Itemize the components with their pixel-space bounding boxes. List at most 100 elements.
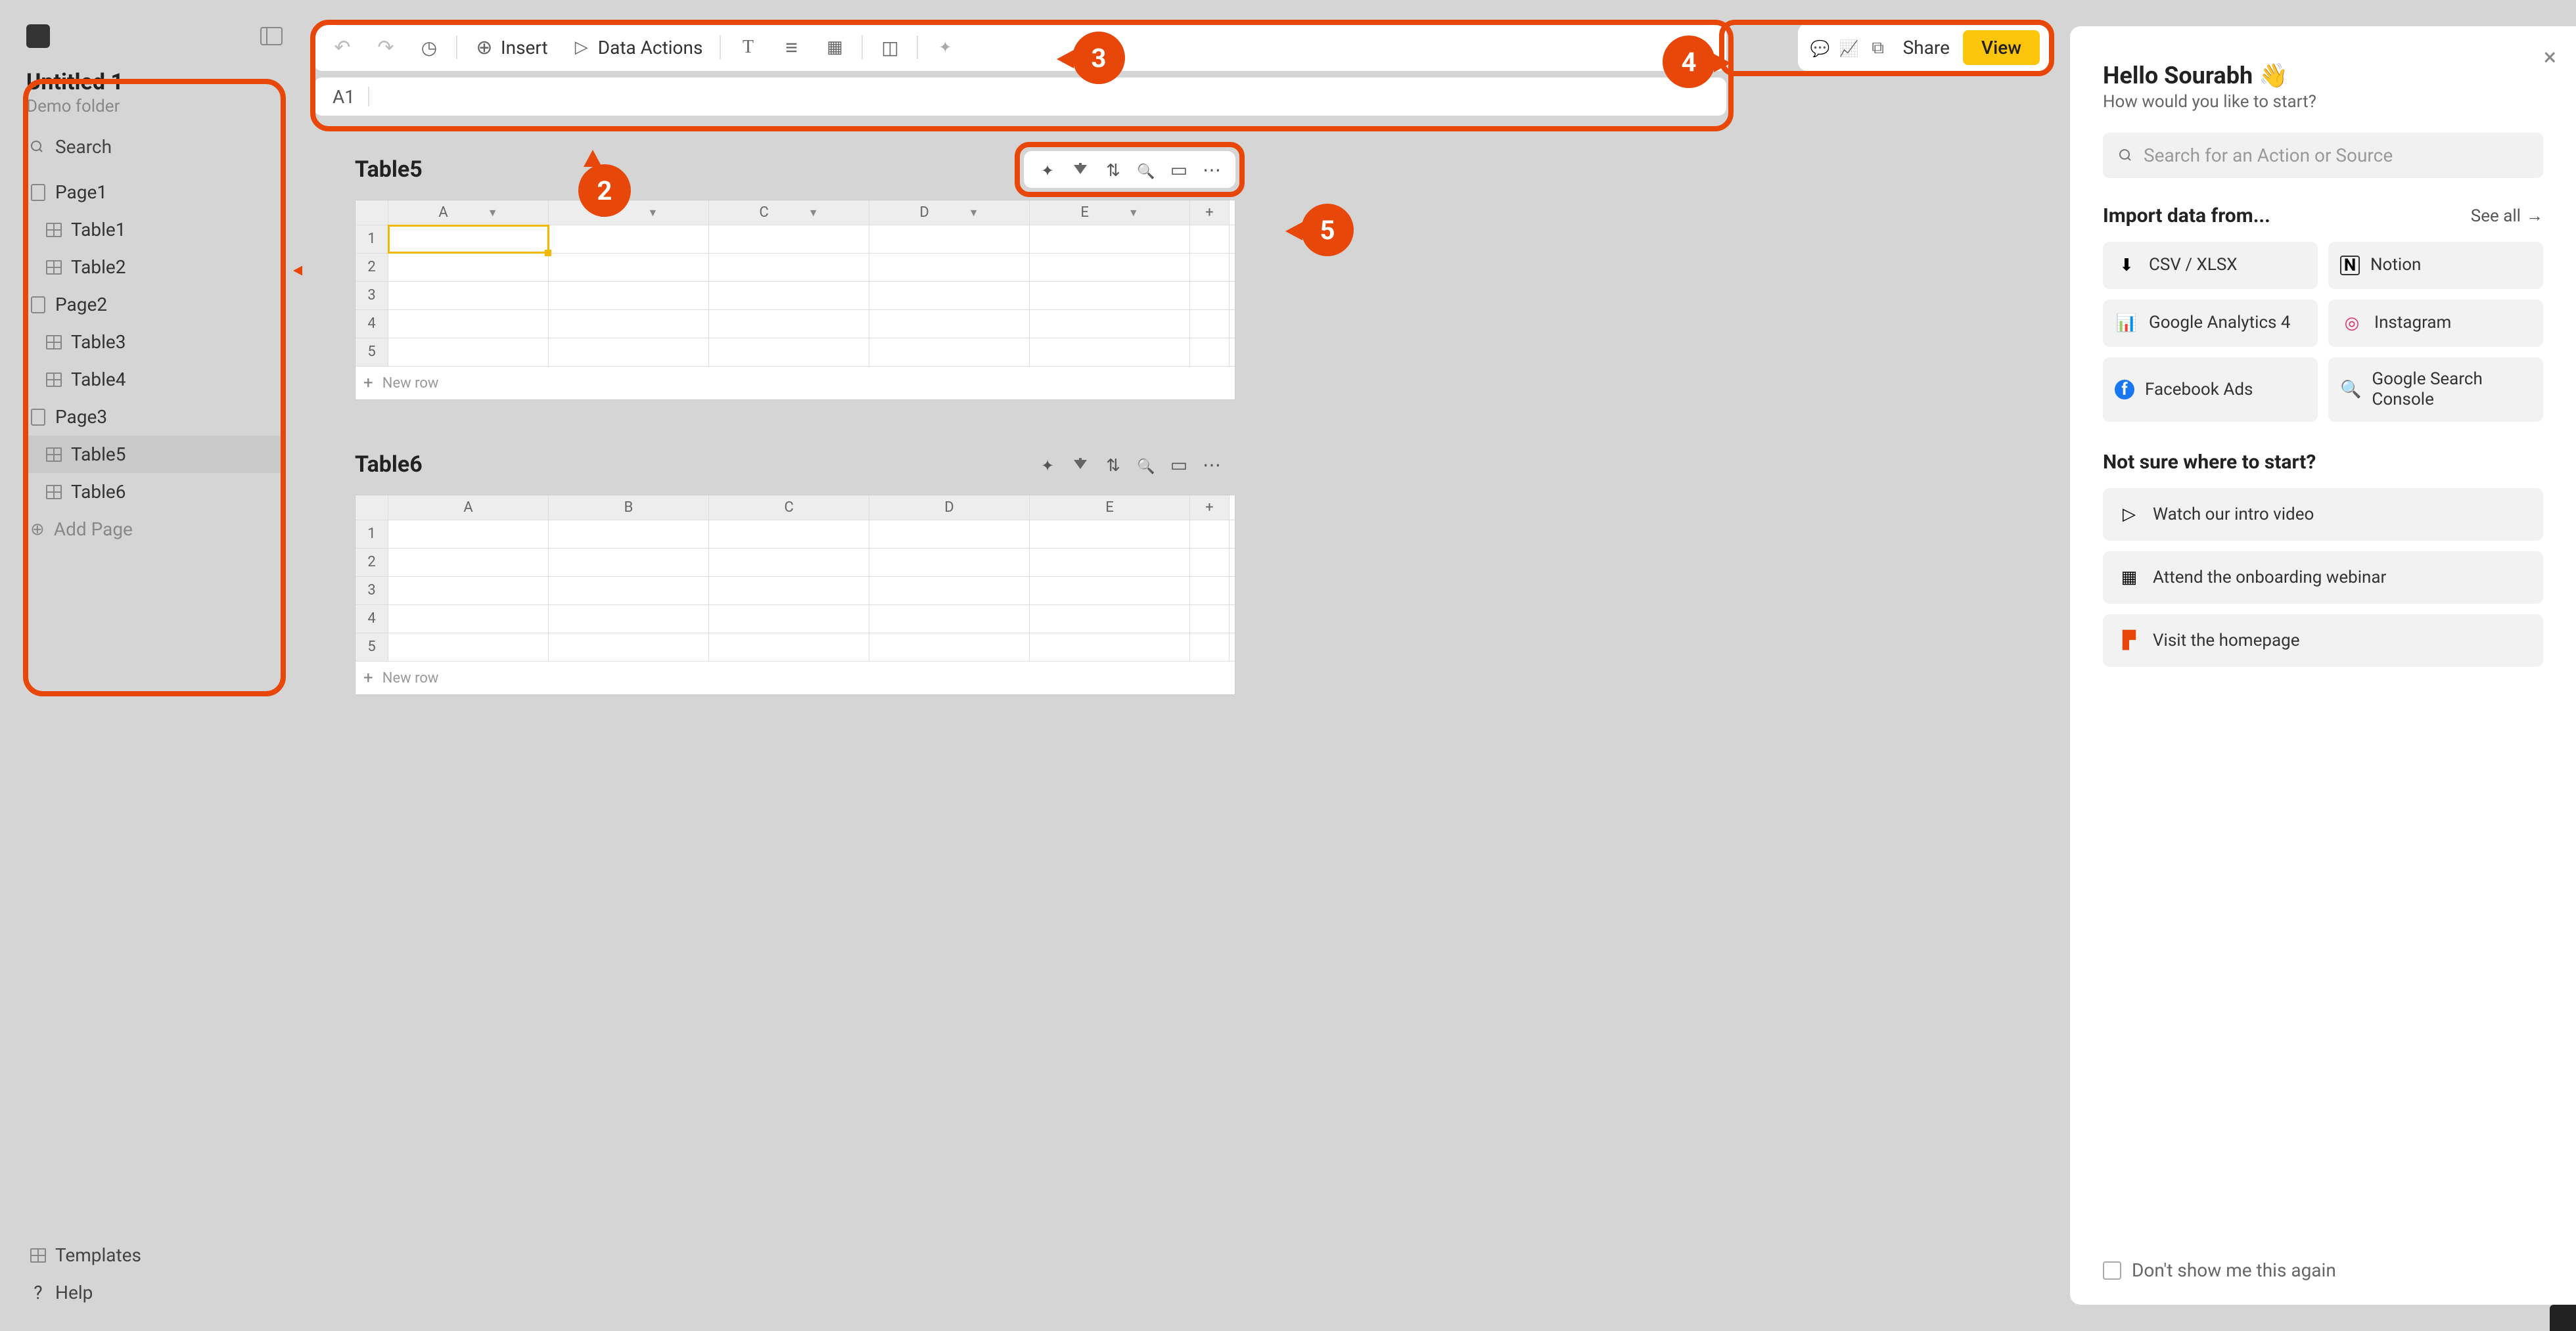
row-header[interactable]: 2: [356, 549, 388, 576]
cell[interactable]: [869, 520, 1030, 548]
cell[interactable]: [1030, 605, 1190, 633]
cell[interactable]: [1030, 310, 1190, 338]
cell[interactable]: [388, 254, 549, 281]
source-notion[interactable]: NNotion: [2328, 242, 2543, 289]
cell[interactable]: [388, 633, 549, 661]
add-column-button[interactable]: +: [1190, 200, 1230, 225]
select-all-corner[interactable]: [356, 200, 388, 225]
cell[interactable]: [388, 282, 549, 309]
table-title[interactable]: Table6: [355, 451, 423, 478]
cell[interactable]: [1190, 633, 1230, 661]
row-header[interactable]: 1: [356, 225, 388, 253]
column-header-c[interactable]: C: [709, 495, 869, 520]
resize-handle[interactable]: [2550, 1305, 2576, 1331]
row-header[interactable]: 4: [356, 310, 388, 338]
cell[interactable]: [388, 338, 549, 366]
sidebar-toggle-icon[interactable]: [260, 27, 283, 45]
cell[interactable]: [1030, 225, 1190, 253]
add-column-button[interactable]: +: [1190, 495, 1230, 520]
source-csv[interactable]: ⬇CSV / XLSX: [2103, 242, 2318, 289]
column-header-b[interactable]: B: [549, 495, 709, 520]
cell[interactable]: [709, 282, 869, 309]
cell[interactable]: [1190, 254, 1230, 281]
column-header-e[interactable]: E: [1030, 495, 1190, 520]
dont-show-checkbox[interactable]: Don't show me this again: [2103, 1259, 2336, 1281]
cell[interactable]: [869, 254, 1030, 281]
homepage-button[interactable]: ▛Visit the homepage: [2103, 614, 2543, 667]
column-header-e[interactable]: E▼: [1030, 200, 1190, 225]
source-instagram[interactable]: ◎Instagram: [2328, 300, 2543, 347]
cell[interactable]: [709, 633, 869, 661]
table-more-button[interactable]: [1201, 454, 1222, 475]
cell[interactable]: [549, 282, 709, 309]
select-all-corner[interactable]: [356, 495, 388, 520]
sort-button[interactable]: [1103, 454, 1124, 475]
cell[interactable]: [1190, 577, 1230, 604]
cell[interactable]: [709, 310, 869, 338]
cell[interactable]: [388, 605, 549, 633]
cell[interactable]: [549, 605, 709, 633]
cell[interactable]: [869, 338, 1030, 366]
cell[interactable]: [1030, 577, 1190, 604]
row-header[interactable]: 3: [356, 282, 388, 309]
table-search-button[interactable]: [1136, 454, 1157, 475]
cell[interactable]: [549, 338, 709, 366]
cell-a1[interactable]: [388, 225, 549, 253]
cell[interactable]: [869, 225, 1030, 253]
cell[interactable]: [388, 549, 549, 576]
source-facebook[interactable]: fFacebook Ads: [2103, 357, 2318, 422]
cell[interactable]: [388, 310, 549, 338]
cell[interactable]: [709, 338, 869, 366]
cell[interactable]: [869, 549, 1030, 576]
cell[interactable]: [549, 549, 709, 576]
cell[interactable]: [1030, 549, 1190, 576]
cell[interactable]: [869, 633, 1030, 661]
column-header-a[interactable]: A▼: [388, 200, 549, 225]
row-header[interactable]: 1: [356, 520, 388, 548]
cell[interactable]: [388, 520, 549, 548]
cell[interactable]: [549, 225, 709, 253]
table-title[interactable]: Table5: [355, 156, 423, 183]
cell[interactable]: [709, 254, 869, 281]
column-header-a[interactable]: A: [388, 495, 549, 520]
cell[interactable]: [1190, 520, 1230, 548]
column-header-d[interactable]: D: [869, 495, 1030, 520]
row-header[interactable]: 3: [356, 577, 388, 604]
cell[interactable]: [549, 577, 709, 604]
cell[interactable]: [869, 577, 1030, 604]
cell[interactable]: [1190, 225, 1230, 253]
templates-button[interactable]: Templates: [26, 1236, 283, 1274]
see-all-button[interactable]: See all→: [2471, 206, 2543, 226]
cell[interactable]: [709, 605, 869, 633]
filter-button[interactable]: [1070, 454, 1091, 475]
source-ga4[interactable]: 📊Google Analytics 4: [2103, 300, 2318, 347]
intro-video-button[interactable]: ▷Watch our intro video: [2103, 488, 2543, 541]
cell[interactable]: [549, 633, 709, 661]
cell[interactable]: [549, 310, 709, 338]
column-header-c[interactable]: C▼: [709, 200, 869, 225]
row-header[interactable]: 2: [356, 254, 388, 281]
cell[interactable]: [1030, 520, 1190, 548]
cell[interactable]: [709, 549, 869, 576]
cell[interactable]: [1190, 310, 1230, 338]
source-gsc[interactable]: 🔍Google Search Console: [2328, 357, 2543, 422]
new-row-button[interactable]: +New row: [356, 367, 1235, 399]
cell[interactable]: [1030, 633, 1190, 661]
cell[interactable]: [869, 282, 1030, 309]
app-logo[interactable]: [26, 24, 50, 48]
cell[interactable]: [869, 310, 1030, 338]
help-button[interactable]: ? Help: [26, 1274, 283, 1311]
close-panel-button[interactable]: ×: [2544, 43, 2556, 71]
cell[interactable]: [709, 225, 869, 253]
cell[interactable]: [1030, 282, 1190, 309]
cell[interactable]: [709, 520, 869, 548]
ai-action-button[interactable]: [1037, 454, 1058, 475]
webinar-button[interactable]: ▦Attend the onboarding webinar: [2103, 551, 2543, 604]
cell[interactable]: [1190, 282, 1230, 309]
cell[interactable]: [869, 605, 1030, 633]
cell[interactable]: [1030, 338, 1190, 366]
row-header[interactable]: 5: [356, 633, 388, 661]
cell[interactable]: [1190, 605, 1230, 633]
column-header-d[interactable]: D▼: [869, 200, 1030, 225]
cell[interactable]: [549, 254, 709, 281]
